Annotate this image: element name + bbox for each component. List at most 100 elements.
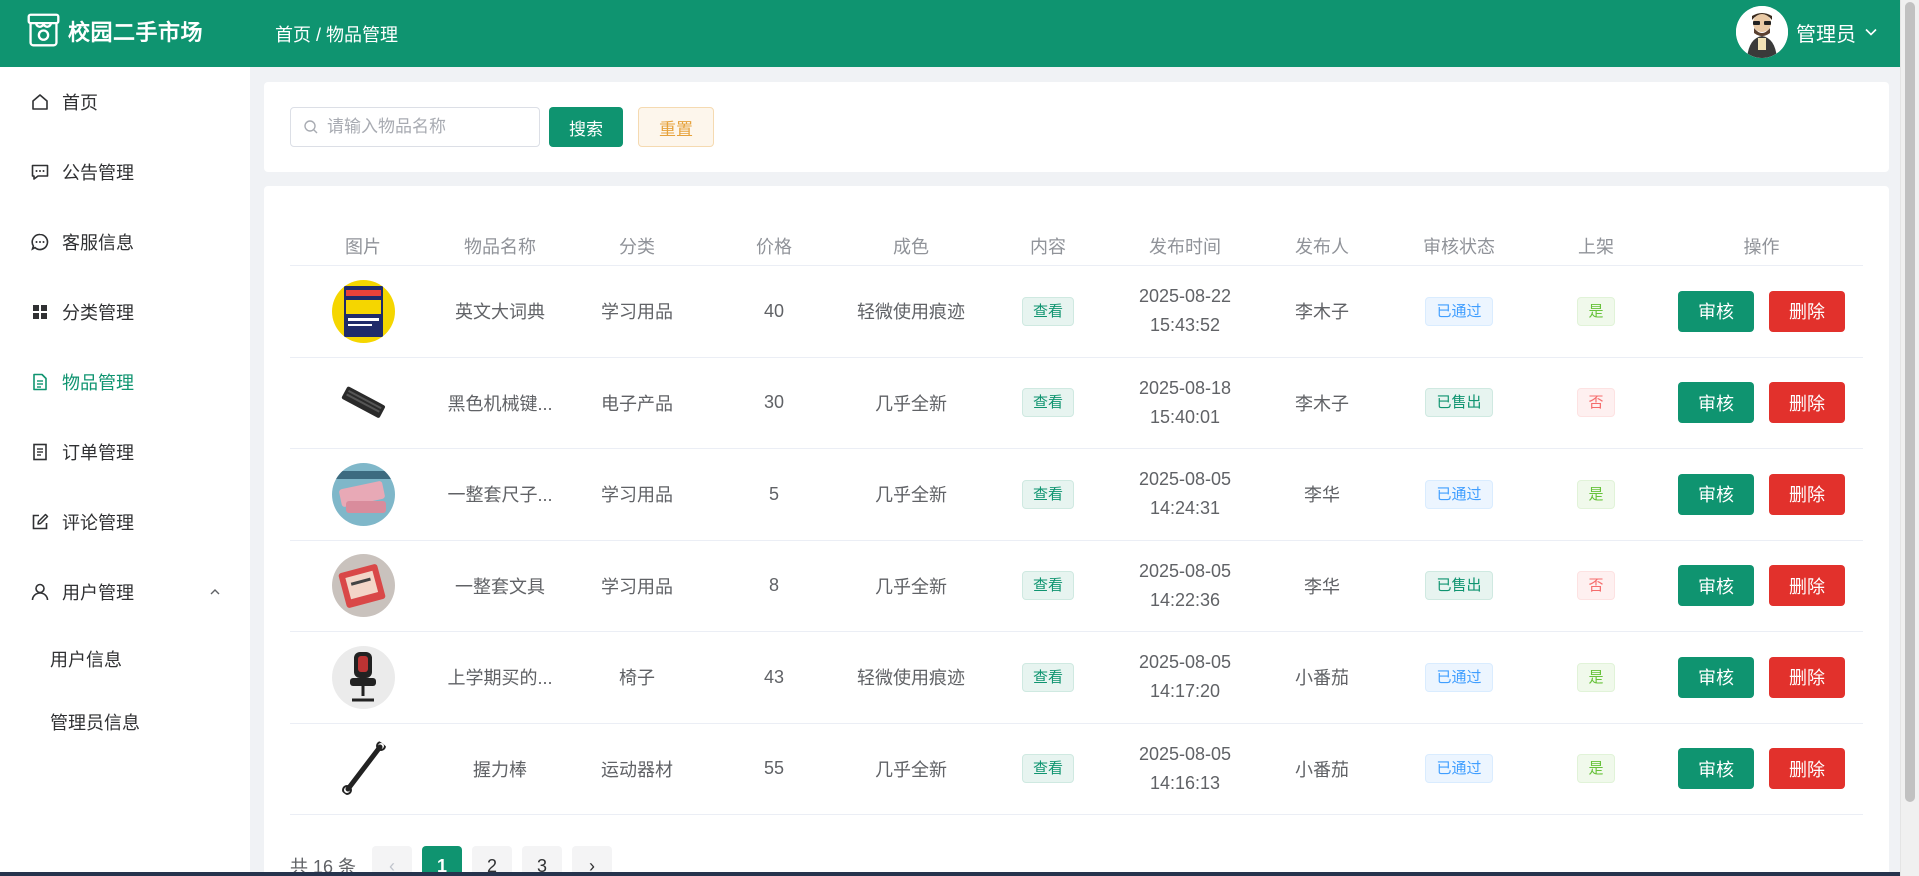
listed-badge: 否 [1577,388,1615,418]
avatar[interactable] [1736,6,1788,58]
taskbar-strip [0,872,1900,876]
delete-button[interactable]: 删除 [1769,473,1845,515]
publish-clock: 15:40:01 [1149,406,1221,427]
sidebar-item-home[interactable]: 首页 [0,67,250,137]
audit-button[interactable]: 审核 [1678,473,1754,515]
status-badge: 已通过 [1425,754,1493,784]
column-header: 内容 [1030,236,1066,257]
item-publish-time: 2025-08-05 14:22:36 [1112,541,1258,632]
audit-status-cell: 已通过 [1386,266,1532,357]
item-image-cell [290,266,436,357]
view-content-button[interactable]: 查看 [1021,479,1074,509]
audit-status-cell: 已通过 [1386,449,1532,540]
search-panel: 搜索 重置 [264,82,1889,172]
actions-cell: 审核 删除 [1660,266,1863,357]
item-publish-time: 2025-08-05 14:17:20 [1112,632,1258,723]
audit-status-cell: 已通过 [1386,724,1532,815]
item-thumbnail[interactable] [331,737,395,801]
item-thumbnail[interactable] [331,462,395,526]
item-price: 40 [763,300,785,321]
reset-button[interactable]: 重置 [638,107,714,147]
vertical-scrollbar[interactable] [1900,0,1919,876]
view-content-button[interactable]: 查看 [1021,662,1074,692]
app-title: 校园二手市场 [68,19,204,45]
view-content-button[interactable]: 查看 [1021,388,1074,418]
sidebar-item-label: 订单管理 [62,443,134,463]
delete-button[interactable]: 删除 [1769,748,1845,790]
item-thumbnail[interactable] [331,554,395,618]
delete-button[interactable]: 删除 [1769,382,1845,424]
home-icon [32,94,48,110]
sidebar-item-label: 分类管理 [62,303,134,323]
publish-date: 2025-08-05 [1138,560,1232,581]
sidebar-item-users[interactable]: 用户管理 [0,557,250,627]
actions-cell: 审核 删除 [1660,449,1863,540]
table-header: 图片 物品名称 分类 价格 成色 内容 发布时间 发布人 审核状态 上架 操作 [290,226,1863,266]
item-condition: 轻微使用痕迹 [857,668,965,689]
item-publish-time: 2025-08-18 15:40:01 [1112,358,1258,449]
view-content-button[interactable]: 查看 [1021,571,1074,601]
item-image-cell [290,358,436,449]
scrollbar-thumb[interactable] [1905,2,1915,802]
items-table-panel: 图片 物品名称 分类 价格 成色 内容 发布时间 发布人 审核状态 上架 操作 … [264,186,1889,876]
breadcrumb[interactable]: 首页 / 物品管理 [275,21,398,47]
delete-button[interactable]: 删除 [1769,565,1845,607]
view-content-button[interactable]: 查看 [1021,754,1074,784]
user-icon [31,583,49,601]
actions-cell: 审核 删除 [1660,541,1863,632]
user-menu[interactable]: 管理员 [1736,6,1878,58]
item-publish-time: 2025-08-05 14:16:13 [1112,724,1258,815]
listed-badge: 是 [1577,479,1615,509]
chat-round-icon [31,233,49,251]
column-header: 物品名称 [464,236,536,257]
items-table: 图片 物品名称 分类 价格 成色 内容 发布时间 发布人 审核状态 上架 操作 … [290,226,1863,815]
audit-button[interactable]: 审核 [1678,290,1754,332]
audit-button[interactable]: 审核 [1678,382,1754,424]
listed-badge: 是 [1577,662,1615,692]
sidebar-item-items[interactable]: 物品管理 [0,347,250,417]
item-thumbnail[interactable] [331,645,395,709]
item-price: 55 [763,758,785,779]
audit-status-cell: 已售出 [1386,358,1532,449]
item-image-cell [290,632,436,723]
listed-cell: 是 [1532,449,1660,540]
delete-button[interactable]: 删除 [1769,656,1845,698]
sidebar-item-comments[interactable]: 评论管理 [0,487,250,557]
sidebar-item-categories[interactable]: 分类管理 [0,277,250,347]
item-name: 握力棒 [473,759,527,780]
item-name: 一整套尺子... [447,485,553,506]
item-content-cell: 查看 [984,358,1112,449]
view-content-button[interactable]: 查看 [1021,296,1074,326]
delete-button[interactable]: 删除 [1769,290,1845,332]
item-content-cell: 查看 [984,724,1112,815]
audit-button[interactable]: 审核 [1678,656,1754,698]
listed-badge: 是 [1577,296,1615,326]
sidebar-item-service[interactable]: 客服信息 [0,207,250,277]
document-icon [33,373,47,391]
audit-button[interactable]: 审核 [1678,565,1754,607]
app-logo[interactable]: 校园二手市场 [25,12,203,49]
item-category: 学习用品 [601,576,673,597]
listed-badge: 是 [1577,754,1615,784]
sidebar-subitem-user-info[interactable]: 用户信息 [0,627,250,690]
item-name: 英文大词典 [455,302,545,323]
column-header: 操作 [1743,236,1780,257]
search-field[interactable] [290,107,540,147]
sidebar-subitem-admin-info[interactable]: 管理员信息 [0,690,250,753]
item-image-cell [290,449,436,540]
top-header: 校园二手市场 首页 / 物品管理 管理员 [0,0,1900,67]
column-header: 分类 [619,236,655,257]
status-badge: 已售出 [1425,571,1493,601]
sidebar-item-orders[interactable]: 订单管理 [0,417,250,487]
table-row: 英文大词典 学习用品 40 轻微使用痕迹 查看 2025-08-22 15:43:… [290,266,1863,358]
publish-clock: 14:17:20 [1149,681,1221,702]
audit-button[interactable]: 审核 [1678,748,1754,790]
sidebar-item-announcements[interactable]: 公告管理 [0,137,250,207]
sidebar-item-label: 公告管理 [62,163,134,183]
item-publisher: 李华 [1304,485,1340,506]
search-button[interactable]: 搜索 [549,107,623,147]
item-thumbnail[interactable] [331,279,395,343]
item-thumbnail[interactable] [331,371,395,435]
item-category: 学习用品 [601,302,673,323]
search-input[interactable] [327,117,527,137]
